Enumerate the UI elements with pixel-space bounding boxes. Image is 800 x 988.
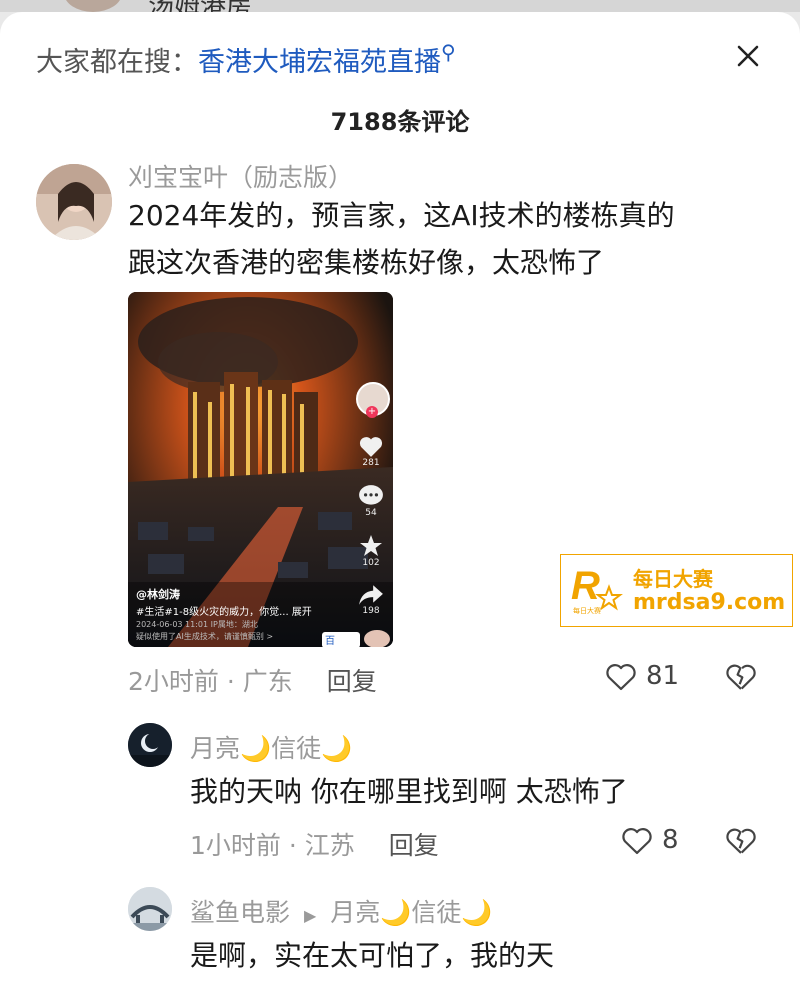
comment-like-button[interactable]: 81 [604, 661, 679, 691]
reply-button[interactable]: 回复 [327, 667, 377, 696]
avatar-photo [128, 723, 172, 767]
background-avatar [64, 0, 122, 12]
heart-icon [359, 437, 383, 457]
video-favorite-count: 102 [362, 558, 380, 568]
video-caption: #生活#1-8级火灾的威力，你觉... 展开 [136, 607, 312, 618]
comment-meta: 2小时前 · 广东 回复 [128, 662, 377, 698]
background-feed-strip: 汤姆港房 [0, 0, 800, 12]
close-button[interactable] [730, 38, 766, 74]
reply-arrow-icon: ▶ [303, 906, 317, 925]
avatar[interactable] [128, 887, 172, 931]
avatar-photo [128, 887, 172, 931]
avatar[interactable] [128, 723, 172, 767]
star-icon [360, 535, 382, 556]
broken-heart-icon [726, 828, 756, 854]
avatar-photo [36, 164, 112, 240]
broken-heart-icon [726, 664, 756, 690]
video-like-button[interactable]: 281 [358, 434, 384, 468]
video-corner-avatar [364, 630, 390, 647]
comment-bubble-icon [359, 485, 383, 505]
ai-generated-notice: 疑似使用了AI生成技术，请谨慎甄别 > [136, 632, 274, 641]
video-share-count: 198 [362, 606, 380, 616]
video-date-line: 2024-06-03 11:01 IP属地：湖北 [136, 620, 258, 629]
video-favorite-button[interactable]: 102 [358, 534, 384, 568]
comment-username[interactable]: 刈宝宝叶（励志版） [128, 158, 353, 194]
comment-time-location: 2小时前 · 广东 [128, 667, 293, 696]
watermark-logo-sub: 每日大赛 [573, 606, 601, 615]
reply-like-button[interactable]: 8 [620, 825, 679, 855]
video-author: @林剑涛 [136, 588, 180, 601]
reply-username[interactable]: 月亮🌙信徒🌙 [190, 729, 352, 765]
comments-sheet: 大家都在搜：香港大埔宏福苑直播⚲ 7188条评论 刈宝宝叶（励志版） 2024年… [0, 12, 800, 988]
reply-to-username[interactable]: 月亮🌙信徒🌙 [330, 898, 492, 927]
watermark-logo-letter: R [571, 564, 600, 608]
reply-button[interactable]: 回复 [389, 831, 439, 860]
video-comment-count: 54 [365, 508, 377, 518]
search-icon: ⚲ [441, 40, 456, 64]
share-arrow-icon [359, 585, 383, 605]
watermark-url: mrdsa9.com [633, 590, 786, 615]
reply-text: 我的天呐 你在哪里找到啊 太恐怖了 [190, 775, 628, 808]
search-suggestion-prefix: 大家都在搜： [36, 47, 198, 78]
comment-text-line: 2024年发的，预言家，这AI技术的楼栋真的 [128, 199, 675, 232]
avatar[interactable] [36, 164, 112, 240]
video-like-count: 281 [362, 458, 380, 468]
comment-like-count: 81 [646, 661, 680, 691]
comment-image[interactable]: + 281 54 102 198 @林剑涛 #生活#1-8级火灾的威力，你觉..… [128, 292, 393, 647]
reply-like-count: 8 [662, 825, 679, 855]
reply-dislike-button[interactable] [724, 825, 758, 859]
reply-username-line: 鲨鱼电影 ▶ 月亮🌙信徒🌙 [190, 893, 493, 929]
comment-dislike-button[interactable] [724, 661, 758, 695]
reply-username[interactable]: 鲨鱼电影 [190, 898, 290, 927]
heart-outline-icon [622, 828, 652, 855]
reply-text: 是啊，实在太可怕了，我的天 [190, 939, 555, 972]
heart-outline-icon [606, 664, 636, 691]
video-corner-tag: 百 [322, 632, 360, 647]
search-suggestion[interactable]: 大家都在搜：香港大埔宏福苑直播⚲ [36, 40, 456, 79]
watermark-brand: 每日大赛 [633, 567, 713, 591]
follow-plus-icon[interactable]: + [366, 406, 378, 418]
reply-time-location: 1小时前 · 江苏 [190, 831, 355, 860]
comment-count: 7188条评论 [330, 108, 470, 136]
close-icon [737, 45, 759, 67]
watermark-badge: R 每日大赛 每日大赛 mrdsa9.com [560, 554, 793, 627]
video-comment-button[interactable]: 54 [358, 484, 384, 518]
reply-meta: 1小时前 · 江苏 回复 [190, 826, 439, 862]
search-suggestion-link[interactable]: 香港大埔宏福苑直播 [198, 47, 441, 78]
background-title: 汤姆港房 [148, 0, 252, 12]
watermark-logo: R 每日大赛 [571, 564, 623, 615]
video-share-button[interactable]: 198 [358, 584, 384, 616]
comment-text-line: 跟这次香港的密集楼栋好像，太恐怖了 [128, 246, 605, 279]
